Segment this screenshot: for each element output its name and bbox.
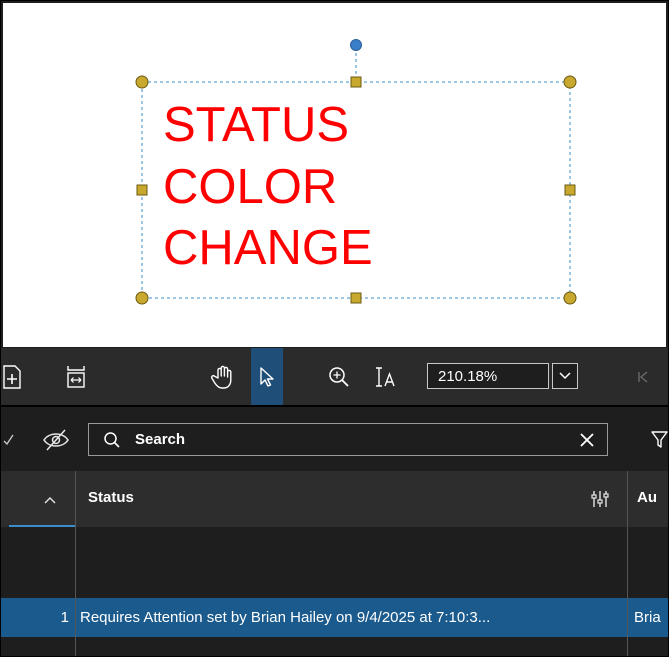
corner-handle-tr[interactable] [563, 75, 577, 89]
author-cell: Bria [634, 609, 661, 626]
column-separator [627, 527, 628, 656]
select-tool-button[interactable] [251, 348, 283, 405]
zoom-in-icon [329, 366, 349, 387]
edge-handle-right[interactable] [564, 184, 576, 196]
row-number-header[interactable] [9, 471, 75, 527]
text-select-icon [376, 366, 395, 387]
search-icon [104, 432, 120, 448]
column-header-author[interactable]: Au [637, 489, 657, 506]
corner-handle-tl[interactable] [135, 75, 149, 89]
edge-handle-left[interactable] [136, 184, 148, 196]
chevron-down-icon [559, 372, 571, 380]
clear-icon[interactable] [579, 432, 595, 448]
zoom-dropdown-button[interactable] [552, 363, 578, 389]
status-cell: Requires Attention set by Brian Hailey o… [80, 609, 491, 626]
insert-page-button[interactable] [1, 348, 23, 405]
filter-icon[interactable] [651, 429, 668, 449]
eye-slash-icon[interactable] [41, 428, 71, 452]
first-page-button[interactable] [631, 348, 655, 405]
page-fit-icon [67, 365, 85, 388]
grid-body: 1 Requires Attention set by Brian Hailey… [1, 527, 668, 656]
zoom-in-button[interactable] [319, 348, 359, 405]
column-options-icon[interactable] [590, 489, 610, 509]
viewer-toolbar: 210.18% [1, 348, 668, 405]
first-page-icon [638, 370, 648, 383]
corner-handle-br[interactable] [563, 291, 577, 305]
select-arrow-icon [260, 366, 274, 387]
row-number: 1 [60, 609, 69, 626]
table-row[interactable]: 1 Requires Attention set by Brian Hailey… [1, 598, 668, 637]
column-separator [75, 527, 76, 656]
column-header-status[interactable]: Status [88, 489, 134, 506]
column-separator [627, 471, 628, 527]
grid-header: Status Au [1, 471, 668, 527]
corner-handle-bl[interactable] [135, 291, 149, 305]
pan-hand-icon [211, 365, 232, 389]
search-row: Search [1, 407, 668, 471]
edge-handle-bottom[interactable] [350, 292, 362, 304]
markup-text-line-1: STATUS [163, 98, 350, 152]
chevron-up-icon [44, 497, 56, 504]
pan-tool-button[interactable] [203, 348, 243, 405]
rotate-handle[interactable] [350, 39, 362, 51]
search-input[interactable]: Search [88, 423, 608, 456]
column-separator [75, 471, 76, 527]
checkmark-icon[interactable] [3, 433, 15, 447]
page-fit-button[interactable] [61, 348, 91, 405]
insert-page-icon [3, 364, 21, 389]
markup-text-line-2: COLOR [163, 160, 338, 214]
search-placeholder: Search [135, 431, 186, 448]
edge-handle-top[interactable] [350, 76, 362, 88]
text-select-button[interactable] [369, 348, 405, 405]
zoom-level-input[interactable]: 210.18% [427, 363, 549, 389]
app-frame: STATUS COLOR CHANGE 210.18% Search Statu… [0, 0, 669, 657]
markup-text-line-3: CHANGE [163, 221, 373, 275]
document-canvas[interactable]: STATUS COLOR CHANGE [3, 3, 666, 347]
